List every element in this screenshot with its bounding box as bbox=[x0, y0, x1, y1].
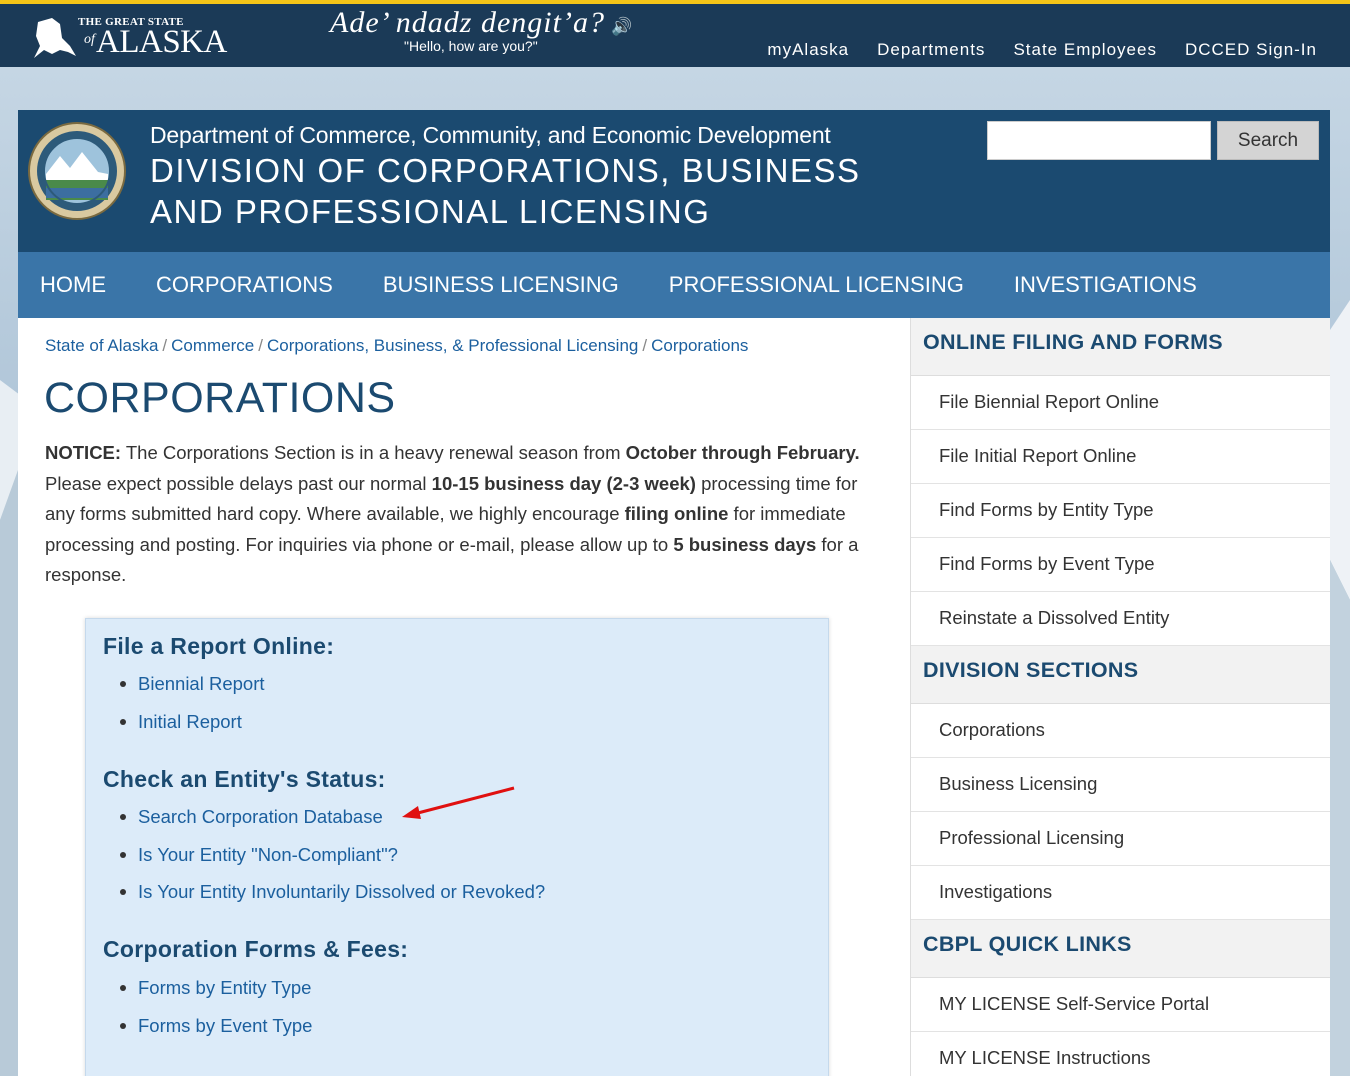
breadcrumb-separator: / bbox=[162, 336, 168, 355]
sidebar-link[interactable]: MY LICENSE Self-Service Portal bbox=[939, 993, 1209, 1014]
logo-of: of bbox=[84, 32, 95, 47]
list-item: Initial Report bbox=[120, 703, 265, 741]
link-involuntarily-dissolved[interactable]: Is Your Entity Involuntarily Dissolved o… bbox=[138, 881, 545, 902]
notice-text: The Corporations Section is in a heavy r… bbox=[121, 442, 626, 463]
section-title-file-report: File a Report Online: bbox=[103, 633, 335, 659]
breadcrumb-corporations[interactable]: Corporations bbox=[651, 336, 748, 355]
top-nav-state-employees[interactable]: State Employees bbox=[1013, 40, 1157, 60]
file-report-list: Biennial Report Initial Report bbox=[120, 665, 265, 740]
sidebar-item-forms-event[interactable]: Find Forms by Event Type bbox=[911, 538, 1330, 592]
division-title: DIVISION OF CORPORATIONS, BUSINESS AND P… bbox=[150, 150, 910, 232]
greeting: Ade’ ndadz dengit’a? 🔊 "Hello, how are yo… bbox=[330, 6, 660, 54]
nav-corporations[interactable]: CORPORATIONS bbox=[156, 272, 333, 298]
link-non-compliant[interactable]: Is Your Entity "Non-Compliant"? bbox=[138, 844, 398, 865]
breadcrumb-separator: / bbox=[642, 336, 648, 355]
greeting-english: "Hello, how are you?" bbox=[404, 38, 538, 54]
top-nav-dcced-sign-in[interactable]: DCCED Sign-In bbox=[1185, 40, 1317, 60]
sidebar-heading-division-sections: DIVISION SECTIONS bbox=[911, 646, 1330, 704]
speaker-icon[interactable]: 🔊 bbox=[611, 17, 633, 36]
notice-emphasis: October through February. bbox=[625, 442, 860, 463]
state-top-bar: THE GREAT STATE of ALASKA Ade’ ndadz den… bbox=[0, 0, 1350, 67]
search-button[interactable]: Search bbox=[1217, 121, 1319, 160]
breadcrumb-commerce[interactable]: Commerce bbox=[171, 336, 254, 355]
list-item: Forms by Event Type bbox=[120, 1007, 312, 1045]
notice-emphasis: 10-15 business day (2-3 week) bbox=[431, 472, 696, 494]
division-title-line2: AND PROFESSIONAL LICENSING bbox=[150, 193, 711, 230]
sidebar-item-my-license-instructions[interactable]: MY LICENSE Instructions bbox=[911, 1032, 1330, 1076]
notice-text: Please expect possible delays past our n… bbox=[45, 472, 432, 494]
page-title: CORPORATIONS bbox=[44, 374, 396, 422]
logo-wordmark: ALASKA bbox=[96, 24, 227, 60]
list-item: Is Your Entity Involuntarily Dissolved o… bbox=[120, 873, 545, 911]
greeting-native: Ade’ ndadz dengit’a? bbox=[330, 6, 605, 39]
department-name: Department of Commerce, Community, and E… bbox=[150, 122, 831, 148]
sidebar-item-forms-entity[interactable]: Find Forms by Entity Type bbox=[911, 484, 1330, 538]
sidebar-link[interactable]: Find Forms by Entity Type bbox=[939, 499, 1154, 520]
sidebar-item-my-license-portal[interactable]: MY LICENSE Self-Service Portal bbox=[911, 978, 1330, 1032]
sidebar-item-professional-licensing[interactable]: Professional Licensing bbox=[911, 812, 1330, 866]
breadcrumb: State of Alaska / Commerce / Corporations, B… bbox=[45, 336, 748, 356]
sidebar-heading-quick-links: CBPL QUICK LINKS bbox=[911, 920, 1330, 978]
sidebar: ONLINE FILING AND FORMS File Biennial Re… bbox=[910, 318, 1330, 1076]
main-content: State of Alaska / Commerce / Corporations, B… bbox=[18, 318, 910, 1076]
search-input[interactable] bbox=[987, 121, 1211, 160]
annotation-arrow-icon bbox=[402, 786, 515, 819]
link-search-corporation-database[interactable]: Search Corporation Database bbox=[138, 806, 383, 827]
sidebar-item-file-initial[interactable]: File Initial Report Online bbox=[911, 430, 1330, 484]
sidebar-item-file-biennial[interactable]: File Biennial Report Online bbox=[911, 376, 1330, 430]
forms-fees-list: Forms by Entity Type Forms by Event Type bbox=[120, 969, 312, 1044]
alaska-map-icon bbox=[34, 18, 76, 58]
alaska-logo[interactable]: THE GREAT STATE of ALASKA bbox=[30, 12, 227, 64]
sidebar-link[interactable]: MY LICENSE Instructions bbox=[939, 1047, 1150, 1068]
sidebar-link[interactable]: Professional Licensing bbox=[939, 827, 1124, 848]
notice-label: NOTICE: bbox=[45, 442, 122, 463]
breadcrumb-state-of-alaska[interactable]: State of Alaska bbox=[45, 336, 158, 355]
notice-paragraph: NOTICE: The Corporations Section is in a… bbox=[45, 438, 875, 591]
sidebar-link[interactable]: Corporations bbox=[939, 719, 1045, 740]
top-nav-myalaska[interactable]: myAlaska bbox=[767, 40, 849, 60]
top-nav: myAlaska Departments State Employees DCC… bbox=[767, 40, 1317, 60]
nav-investigations[interactable]: INVESTIGATIONS bbox=[1014, 272, 1197, 298]
section-title-forms-fees: Corporation Forms & Fees: bbox=[103, 936, 409, 962]
link-forms-by-event-type[interactable]: Forms by Event Type bbox=[138, 1015, 312, 1036]
nav-business-licensing[interactable]: BUSINESS LICENSING bbox=[383, 272, 619, 298]
notice-emphasis: filing online bbox=[624, 503, 729, 524]
division-title-line1: DIVISION OF CORPORATIONS, BUSINESS bbox=[150, 152, 861, 189]
list-item: Is Your Entity "Non-Compliant"? bbox=[120, 836, 545, 874]
top-nav-departments[interactable]: Departments bbox=[877, 40, 985, 60]
list-item: Forms by Entity Type bbox=[120, 969, 312, 1007]
link-biennial-report[interactable]: Biennial Report bbox=[138, 673, 265, 694]
division-header: Department of Commerce, Community, and E… bbox=[18, 110, 1330, 252]
sidebar-item-reinstate[interactable]: Reinstate a Dissolved Entity bbox=[911, 592, 1330, 646]
link-initial-report[interactable]: Initial Report bbox=[138, 711, 242, 732]
breadcrumb-separator: / bbox=[258, 336, 263, 355]
notice-emphasis: 5 business days bbox=[673, 533, 817, 555]
sidebar-heading-online-filing: ONLINE FILING AND FORMS bbox=[911, 318, 1330, 376]
sidebar-link[interactable]: Find Forms by Event Type bbox=[939, 553, 1155, 574]
section-title-check-status: Check an Entity's Status: bbox=[103, 766, 386, 792]
breadcrumb-cbpl[interactable]: Corporations, Business, & Professional L… bbox=[267, 336, 638, 355]
list-item: Biennial Report bbox=[120, 665, 265, 703]
sidebar-link[interactable]: Reinstate a Dissolved Entity bbox=[939, 607, 1169, 628]
link-forms-by-entity-type[interactable]: Forms by Entity Type bbox=[138, 977, 311, 998]
sidebar-link[interactable]: Investigations bbox=[939, 881, 1052, 902]
nav-professional-licensing[interactable]: PROFESSIONAL LICENSING bbox=[669, 272, 964, 298]
sidebar-item-investigations[interactable]: Investigations bbox=[911, 866, 1330, 920]
sidebar-item-business-licensing[interactable]: Business Licensing bbox=[911, 758, 1330, 812]
sidebar-item-corporations[interactable]: Corporations bbox=[911, 704, 1330, 758]
sidebar-link[interactable]: File Biennial Report Online bbox=[939, 391, 1159, 412]
sidebar-link[interactable]: Business Licensing bbox=[939, 773, 1097, 794]
nav-home[interactable]: HOME bbox=[40, 272, 106, 298]
sidebar-link[interactable]: File Initial Report Online bbox=[939, 445, 1136, 466]
state-seal-icon[interactable] bbox=[28, 122, 126, 220]
quick-actions-box: File a Report Online: Biennial Report In… bbox=[85, 618, 829, 1076]
main-nav: HOME CORPORATIONS BUSINESS LICENSING PRO… bbox=[18, 252, 1330, 318]
